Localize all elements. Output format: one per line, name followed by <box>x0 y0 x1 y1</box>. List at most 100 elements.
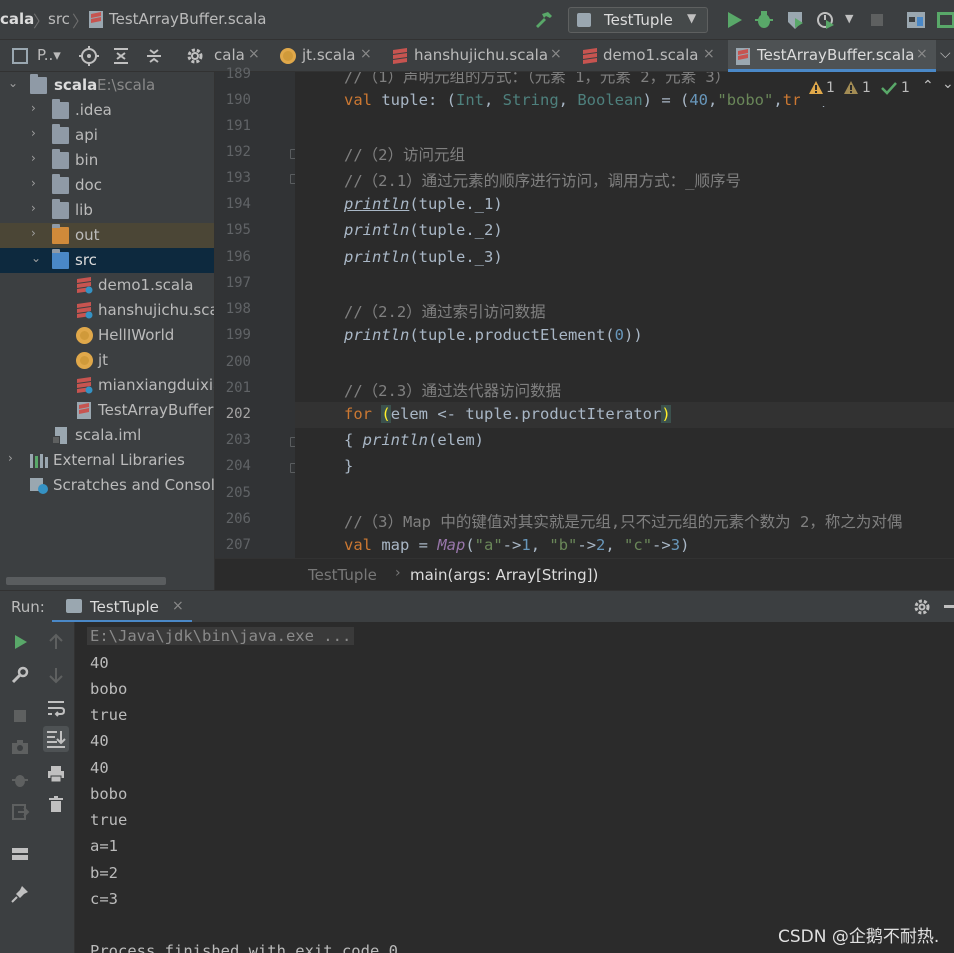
gear-icon[interactable] <box>184 45 206 67</box>
scala-object-icon <box>76 352 93 369</box>
console-output[interactable]: E:\Java\jdk\bin\java.exe ... 40 bobo tru… <box>75 622 954 953</box>
tree-item-api[interactable]: › api <box>0 123 214 148</box>
tree-item-jt[interactable]: jt <box>0 348 214 373</box>
run-configuration-select[interactable]: TestTuple ▼ <box>568 7 708 33</box>
tree-item-demo1[interactable]: demo1.scala <box>0 273 214 298</box>
coverage-icon[interactable] <box>783 8 807 32</box>
chevron-down-icon[interactable]: ⌵ <box>940 46 951 62</box>
tab-jt-scala[interactable]: jt.scala × <box>270 40 380 72</box>
tree-item-external-libraries[interactable]: › External Libraries <box>0 448 214 473</box>
tree-item-root[interactable]: ⌄ scala E:\scala <box>0 73 214 98</box>
chevron-down-icon[interactable]: ⌄ <box>8 76 18 90</box>
tree-item-out[interactable]: › out <box>0 223 214 248</box>
code-line: } <box>344 457 354 475</box>
debug-icon[interactable] <box>752 8 776 32</box>
close-icon[interactable]: × <box>172 598 184 614</box>
tree-item-testarraybuffer[interactable]: TestArrayBuffer <box>0 398 214 423</box>
chevron-down-icon[interactable]: ⌄ <box>942 76 954 92</box>
tree-item-label: scala.iml <box>75 426 142 444</box>
excluded-folder-icon <box>52 224 69 244</box>
gear-icon[interactable] <box>912 597 932 617</box>
exit-icon[interactable] <box>10 802 30 822</box>
chevron-down-icon[interactable]: ⌄ <box>31 251 41 265</box>
debug-icon[interactable] <box>10 770 30 790</box>
rerun-icon[interactable] <box>10 632 30 652</box>
tree-item-hanshujichu[interactable]: hanshujichu.scal <box>0 298 214 323</box>
chevron-right-icon[interactable]: › <box>31 176 36 190</box>
layout-icon[interactable] <box>10 844 30 864</box>
chevron-right-icon[interactable]: › <box>31 101 36 115</box>
project-structure-icon[interactable] <box>904 8 928 32</box>
trash-icon[interactable] <box>46 794 66 814</box>
profile-icon[interactable] <box>814 8 838 32</box>
chevron-down-icon[interactable]: ▼ <box>845 12 853 25</box>
stop-icon[interactable] <box>10 706 30 726</box>
chevron-right-icon[interactable]: › <box>31 126 36 140</box>
nav-crumb-project[interactable]: cala <box>0 10 34 28</box>
navigation-bar: cala 〉 src 〉 TestArrayBuffer.scala TestT… <box>0 0 954 40</box>
close-icon[interactable]: × <box>248 46 260 62</box>
scala-object-icon <box>76 327 93 344</box>
nav-crumb-file[interactable]: TestArrayBuffer.scala <box>109 10 266 28</box>
minimize-icon[interactable] <box>944 605 954 608</box>
project-view-selector[interactable]: P..▾ <box>37 46 61 64</box>
tree-item-helliworld[interactable]: HellIWorld <box>0 323 214 348</box>
toolbox-icon[interactable] <box>934 8 954 32</box>
line-number: 198 <box>225 301 251 317</box>
chevron-right-icon[interactable]: › <box>8 451 13 465</box>
run-tab-testtuple[interactable]: TestTuple × <box>52 591 192 623</box>
tree-item-scala-iml[interactable]: scala.iml <box>0 423 214 448</box>
tree-item-src[interactable]: ⌄ src <box>0 248 214 273</box>
scroll-to-end-icon[interactable] <box>43 726 69 752</box>
tab-testarraybuffer-scala[interactable]: TestArrayBuffer.scala × <box>728 40 936 72</box>
warning-count: 1 <box>826 80 835 96</box>
chevron-right-icon: 〉 <box>33 12 50 31</box>
tree-item-mianxiangduixia[interactable]: mianxiangduixia <box>0 373 214 398</box>
console-line: 40 <box>90 654 109 672</box>
tab-demo1-scala[interactable]: demo1.scala × <box>568 40 728 72</box>
inspection-widget[interactable]: 1 1 1 ⌃ ⌄ <box>800 72 954 106</box>
stop-icon[interactable] <box>865 8 889 32</box>
chevron-right-icon[interactable]: › <box>31 201 36 215</box>
soft-wrap-icon[interactable] <box>46 698 66 718</box>
editor-tab-row: P..▾ cala × jt.scala × hanshujichu.scala… <box>0 40 954 72</box>
code-line: //（2.2）通过索引访问数据 <box>344 303 546 321</box>
tab-hanshujichu-scala[interactable]: hanshujichu.scala × <box>380 40 568 72</box>
tree-item-doc[interactable]: › doc <box>0 173 214 198</box>
code-line: println(tuple._3) <box>344 248 503 266</box>
run-icon[interactable] <box>722 8 746 32</box>
wrench-icon[interactable] <box>10 665 30 685</box>
expand-all-icon[interactable] <box>111 46 131 66</box>
code-line: for (elem <- tuple.productIterator) <box>344 405 671 423</box>
chevron-right-icon[interactable]: › <box>31 151 36 165</box>
close-icon[interactable]: × <box>550 46 562 62</box>
tree-item-lib[interactable]: › lib <box>0 198 214 223</box>
breadcrumb-method[interactable]: main(args: Array[String]) <box>410 566 598 584</box>
close-icon[interactable]: × <box>916 46 928 62</box>
close-icon[interactable]: × <box>703 46 715 62</box>
chevron-up-icon[interactable]: ⌃ <box>922 78 934 94</box>
project-folder-icon <box>30 74 47 94</box>
tree-item-label: Scratches and Console <box>53 476 215 494</box>
build-hammer-icon[interactable] <box>532 8 556 32</box>
code-editor[interactable]: //（1）声明元组的方式：（元素 1，元素 2，元素 3） val tuple:… <box>295 72 954 558</box>
arrow-up-icon[interactable] <box>46 632 66 652</box>
pin-icon[interactable] <box>10 884 30 904</box>
tree-item-idea[interactable]: › .idea <box>0 98 214 123</box>
tree-item-bin[interactable]: › bin <box>0 148 214 173</box>
locate-file-icon[interactable] <box>78 45 100 67</box>
camera-icon[interactable] <box>10 737 30 757</box>
close-icon[interactable]: × <box>360 46 372 62</box>
chevron-right-icon[interactable]: › <box>31 226 36 240</box>
project-view-icon <box>12 48 28 64</box>
scala-file-icon <box>392 48 408 65</box>
horizontal-scrollbar[interactable] <box>6 577 166 585</box>
collapse-all-icon[interactable] <box>144 46 164 66</box>
nav-crumb-src[interactable]: src <box>48 10 70 28</box>
tree-item-scratches[interactable]: Scratches and Console <box>0 473 215 498</box>
print-icon[interactable] <box>46 764 66 784</box>
breadcrumb-object[interactable]: TestTuple <box>308 566 377 584</box>
console-line: bobo <box>90 785 128 803</box>
line-number: 195 <box>225 222 251 238</box>
arrow-down-icon[interactable] <box>46 665 66 685</box>
